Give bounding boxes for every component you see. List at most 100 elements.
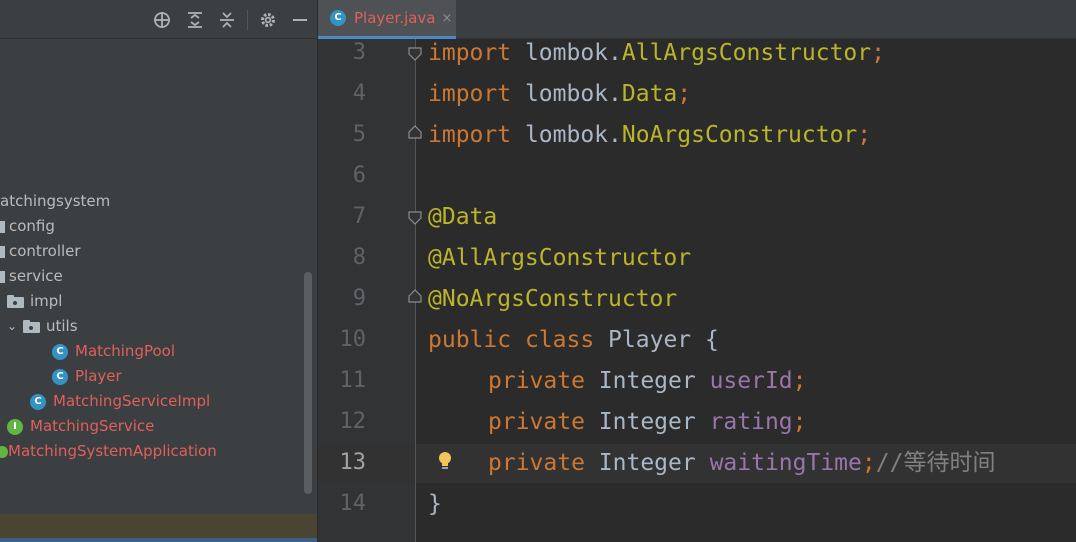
tree-item-matching-service[interactable]: I MatchingService xyxy=(7,414,154,439)
tree-label: impl xyxy=(30,292,63,310)
keyword: class xyxy=(524,327,595,353)
imported-class: NoArgsConstructor xyxy=(621,122,858,148)
tree-item-player[interactable]: C Player xyxy=(52,364,122,389)
code-line-3[interactable]: import lombok.AllArgsConstructor; xyxy=(428,39,885,67)
keyword: import xyxy=(428,122,512,148)
line-number: 10 xyxy=(339,327,367,352)
fold-open-icon[interactable] xyxy=(408,211,422,225)
tree-item-service[interactable]: service xyxy=(0,264,63,289)
panel-scrollbar[interactable] xyxy=(304,272,312,494)
panel-bottom-accent xyxy=(0,538,317,542)
tree-item-matching-pool[interactable]: C MatchingPool xyxy=(52,339,175,364)
tree-label: Player xyxy=(75,367,122,385)
annotation: @Data xyxy=(428,204,498,230)
tree-item-utils[interactable]: ⌄ utils xyxy=(5,314,78,339)
semicolon: ; xyxy=(857,122,872,148)
folder-icon xyxy=(0,245,5,258)
keyword: private xyxy=(488,450,585,476)
fold-close-icon[interactable] xyxy=(408,289,422,303)
line-number: 13 xyxy=(339,450,367,475)
line-number: 3 xyxy=(352,40,366,65)
folder-icon xyxy=(7,295,24,308)
line-number: 8 xyxy=(352,245,366,270)
keyword: public xyxy=(428,327,512,353)
editor-tabbar: C Player.java × xyxy=(318,0,1076,39)
code-line-12[interactable]: private Integer rating; xyxy=(488,408,807,436)
fold-open-icon[interactable] xyxy=(408,47,422,61)
package-name: lombok. xyxy=(511,122,622,148)
imported-class: Data xyxy=(621,81,678,107)
tree-label: MatchingSystemApplication xyxy=(8,442,217,460)
line-number: 14 xyxy=(339,491,367,516)
semicolon: ; xyxy=(792,409,807,435)
field-name: rating xyxy=(709,409,793,435)
fold-close-icon[interactable] xyxy=(408,125,422,139)
code-line-4[interactable]: import lombok.Data; xyxy=(428,80,691,108)
minimize-icon[interactable] xyxy=(290,10,310,30)
folder-icon xyxy=(0,270,5,283)
locate-icon[interactable] xyxy=(152,10,172,30)
annotation: @AllArgsConstructor xyxy=(428,245,692,271)
tree-label: utils xyxy=(46,317,78,335)
tree-item-config[interactable]: config xyxy=(0,214,55,239)
gear-icon[interactable] xyxy=(258,10,278,30)
class-declaration: Player { xyxy=(594,327,719,353)
keyword: import xyxy=(428,81,512,107)
line-number: 5 xyxy=(352,122,366,147)
toolbar-separator xyxy=(247,10,248,30)
tree-label: service xyxy=(9,267,63,285)
tree-item-impl[interactable]: impl xyxy=(7,289,62,314)
package-name: lombok. xyxy=(511,40,622,66)
spring-boot-icon xyxy=(0,444,8,460)
tree-label: controller xyxy=(9,242,81,260)
tree-item-matching-service-impl[interactable]: C MatchingServiceImpl xyxy=(30,389,210,414)
semicolon: ; xyxy=(792,368,807,394)
keyword: private xyxy=(488,409,585,435)
comment: //等待时间 xyxy=(875,450,996,476)
line-number: 9 xyxy=(352,286,366,311)
code-line-5[interactable]: import lombok.NoArgsConstructor; xyxy=(428,121,871,149)
code-editor[interactable]: 3 4 5 6 7 8 9 10 11 12 13 14 import lomb… xyxy=(318,39,1076,542)
ide-window: atchingsystem config controller service … xyxy=(0,0,1076,542)
field-name: waitingTime xyxy=(709,450,862,476)
tree-item-root[interactable]: atchingsystem xyxy=(0,189,110,214)
line-number: 4 xyxy=(352,81,366,106)
keyword: private xyxy=(488,368,585,394)
line-number: 12 xyxy=(339,409,367,434)
tree-item-application[interactable]: MatchingSystemApplication xyxy=(0,439,217,464)
tree-label: MatchingPool xyxy=(75,342,175,360)
code-line-7[interactable]: @Data xyxy=(428,203,497,231)
keyword: import xyxy=(428,40,512,66)
line-number: 7 xyxy=(352,204,366,229)
class-icon: C xyxy=(52,343,68,360)
folder-icon xyxy=(0,220,5,233)
field-name: userId xyxy=(709,368,793,394)
type-name: Integer xyxy=(584,409,710,435)
tab-label: Player.java xyxy=(354,9,436,27)
tree-item-controller[interactable]: controller xyxy=(0,239,81,264)
code-line-11[interactable]: private Integer userId; xyxy=(488,367,807,395)
tree-label: MatchingService xyxy=(30,417,155,435)
class-icon: C xyxy=(30,393,46,410)
line-number: 11 xyxy=(339,368,367,393)
code-line-8[interactable]: @AllArgsConstructor xyxy=(428,244,691,272)
lightbulb-icon[interactable] xyxy=(436,450,454,472)
type-name: Integer xyxy=(584,368,710,394)
interface-icon: I xyxy=(7,418,23,435)
code-line-13[interactable]: private Integer waitingTime;//等待时间 xyxy=(488,449,995,477)
code-line-10[interactable]: public class Player { xyxy=(428,326,719,354)
expand-all-icon[interactable] xyxy=(185,10,205,30)
semicolon: ; xyxy=(677,81,692,107)
chevron-down-icon[interactable]: ⌄ xyxy=(5,314,19,339)
tree-label: atchingsystem xyxy=(0,192,111,210)
annotation: @NoArgsConstructor xyxy=(428,286,678,312)
collapse-all-icon[interactable] xyxy=(217,10,237,30)
code-line-9[interactable]: @NoArgsConstructor xyxy=(428,285,677,313)
close-icon[interactable]: × xyxy=(442,11,453,26)
semicolon: ; xyxy=(861,450,876,476)
folder-icon xyxy=(23,320,40,333)
code-line-14[interactable]: } xyxy=(428,490,442,518)
project-panel: atchingsystem config controller service … xyxy=(0,0,317,542)
tab-player-java[interactable]: C Player.java × xyxy=(318,0,456,39)
class-icon: C xyxy=(330,10,346,26)
